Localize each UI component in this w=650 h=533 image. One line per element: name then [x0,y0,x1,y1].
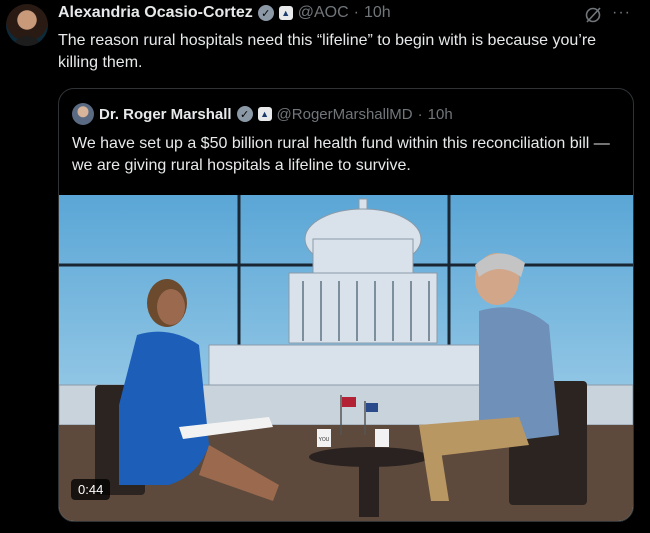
video-frame-illustration: YOU [59,195,633,521]
video-duration: 0:44 [71,479,111,500]
quoted-author-avatar[interactable] [72,103,94,125]
quoted-author-handle[interactable]: @RogerMarshallMD [277,106,413,123]
tweet-header: Alexandria Ocasio-Cortez ✓ ▲ @AOC · 10h [58,4,391,22]
mug-label: YOU [319,437,330,443]
quoted-author-name[interactable]: Dr. Roger Marshall [99,106,232,123]
verified-badge-icon[interactable]: ✓ [257,5,274,21]
quoted-time[interactable]: 10h [428,106,453,123]
video-player[interactable]: YOU 0:44 [59,195,633,521]
verified-badge-icon[interactable]: ✓ [236,106,253,122]
government-affiliation-icon[interactable]: ▲ [257,107,272,121]
quoted-tweet[interactable]: Dr. Roger Marshall ✓ ▲ @RogerMarshallMD … [58,88,634,522]
author-name[interactable]: Alexandria Ocasio-Cortez [58,4,253,22]
more-icon[interactable]: ··· [612,4,631,22]
quoted-header: Dr. Roger Marshall ✓ ▲ @RogerMarshallMD … [72,103,453,125]
separator-dot: · [417,105,423,123]
separator-dot: · [353,4,359,21]
author-avatar[interactable] [6,4,48,46]
tweet-time[interactable]: 10h [364,4,391,22]
grok-icon[interactable] [584,6,602,24]
government-affiliation-icon[interactable]: ▲ [278,6,293,20]
quoted-text: We have set up a $50 billion rural healt… [72,135,610,174]
author-handle[interactable]: @AOC [298,4,349,22]
tweet-text: The reason rural hospitals need this “li… [58,32,597,71]
